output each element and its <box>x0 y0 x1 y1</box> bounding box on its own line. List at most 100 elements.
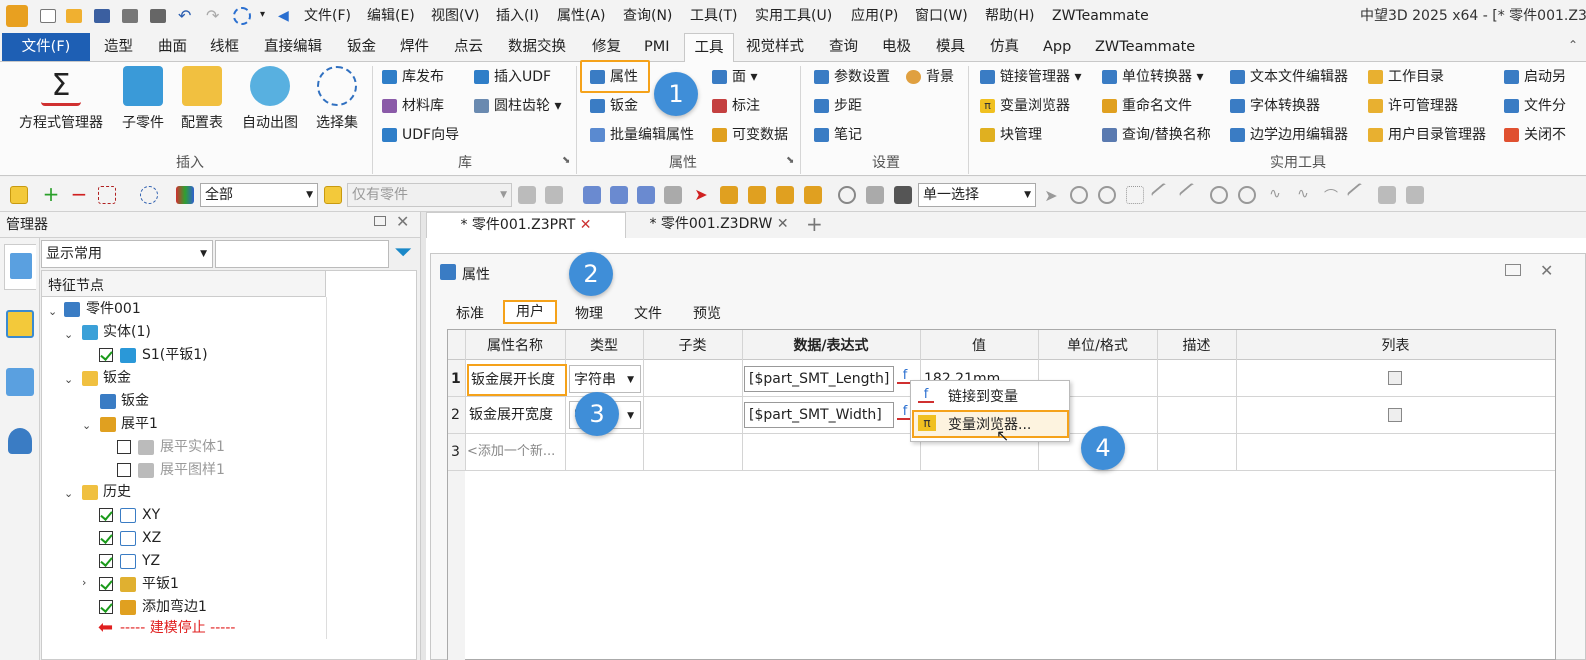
type-select[interactable]: 字符串 ▼ <box>569 365 641 393</box>
tree-node-unfold-pattern[interactable]: 展平图样1 <box>160 459 225 482</box>
toolbar-icon[interactable] <box>866 186 884 204</box>
material-library-button[interactable]: 材料库 <box>380 93 444 119</box>
library-dialog-launcher-icon[interactable]: ⬊ <box>562 155 570 166</box>
dialog-close-icon[interactable]: ✕ <box>1540 261 1553 280</box>
auto-drawing-button[interactable]: 自动出图 <box>235 66 305 132</box>
column-header-expression[interactable]: 数据/表达式 <box>742 333 920 360</box>
tree-node-unfold[interactable]: 展平1 <box>121 413 158 436</box>
document-tab-part[interactable]: * 零件001.Z3PRT ✕ <box>426 212 626 238</box>
part-filter-dropdown[interactable]: 仅有零件 ▼ <box>347 183 512 207</box>
redo-icon[interactable]: ↷ <box>206 8 222 24</box>
toolbar-icon[interactable] <box>1406 186 1424 204</box>
toolbar-icon[interactable] <box>1070 186 1088 204</box>
dialog-comment-icon[interactable] <box>1505 264 1521 276</box>
menu-zwteammate[interactable]: ZWTeammate <box>1052 0 1149 32</box>
tab-repair[interactable]: 修复 <box>592 33 621 61</box>
visibility-checkbox[interactable] <box>99 348 113 362</box>
visibility-checkbox[interactable] <box>99 577 113 591</box>
config-table-button[interactable]: 配置表 <box>167 66 237 132</box>
part-filter-icon[interactable] <box>324 186 342 204</box>
user-icon[interactable] <box>8 428 32 454</box>
undo-icon[interactable]: ↶ <box>178 8 194 24</box>
visibility-checkbox[interactable] <box>99 531 113 545</box>
launch-other-button[interactable]: 启动另 <box>1502 64 1566 90</box>
column-header-unit[interactable]: 单位/格式 <box>1038 333 1157 360</box>
tab-pmi[interactable]: PMI <box>644 33 670 61</box>
tab-zwteammate[interactable]: ZWTeammate <box>1095 33 1195 61</box>
dialog-tab-user[interactable]: 用户 <box>503 300 557 324</box>
pin-panel-icon[interactable] <box>374 216 386 226</box>
toolbar-icon[interactable]: ∿ <box>1266 186 1284 204</box>
history-manager-icon[interactable] <box>4 244 36 290</box>
tree-node-flat-base[interactable]: 平钣1 <box>142 573 179 596</box>
menu-item-link-variable[interactable]: 链接到变量 <box>948 386 1018 406</box>
column-header-type[interactable]: 类型 <box>565 333 643 360</box>
toolbar-icon[interactable] <box>610 186 628 204</box>
sheet-metal-attribute-button[interactable]: 钣金 <box>588 93 638 119</box>
attribute-name-cell[interactable]: 钣金展开长度 <box>467 364 567 396</box>
visibility-checkbox[interactable] <box>117 440 131 454</box>
tab-modeling[interactable]: 造型 <box>104 33 133 61</box>
column-header-value[interactable]: 值 <box>920 333 1038 360</box>
visibility-checkbox[interactable] <box>99 600 113 614</box>
tree-node-solid-s1[interactable]: S1(平钣1) <box>142 344 208 367</box>
tab-electrode[interactable]: 电极 <box>882 33 911 61</box>
tab-sheet-metal[interactable]: 钣金 <box>347 33 376 61</box>
document-tab-drawing[interactable]: * 零件001.Z3DRW ✕ <box>634 212 804 238</box>
toolbar-icon[interactable] <box>518 186 536 204</box>
tree-search-input[interactable] <box>215 240 389 268</box>
attributes-dialog-launcher-icon[interactable]: ⬊ <box>786 155 794 166</box>
menu-apps[interactable]: 应用(P) <box>851 0 898 32</box>
visibility-checkbox[interactable] <box>99 508 113 522</box>
toolbar-icon[interactable] <box>1210 186 1228 204</box>
toolbar-icon[interactable] <box>720 186 738 204</box>
column-header-description[interactable]: 描述 <box>1157 333 1236 360</box>
select-mode-dropdown[interactable]: 单一选择 ▼ <box>918 183 1036 207</box>
toolbar-icon[interactable] <box>838 186 856 204</box>
tree-node-sheet-metal-folder[interactable]: 钣金 <box>103 367 131 390</box>
unit-converter-button[interactable]: 单位转换器 ▾ <box>1100 64 1203 90</box>
expand-icon[interactable]: ⌄ <box>48 305 57 318</box>
print-icon[interactable] <box>122 9 138 23</box>
expand-icon[interactable]: ⌄ <box>64 487 73 500</box>
tree-node-solids[interactable]: 实体(1) <box>103 321 151 344</box>
visibility-checkbox[interactable] <box>99 554 113 568</box>
tab-simulation[interactable]: 仿真 <box>990 33 1019 61</box>
tab-mold[interactable]: 模具 <box>936 33 965 61</box>
menu-view[interactable]: 视图(V) <box>431 0 480 32</box>
tree-node-part[interactable]: 零件001 <box>86 298 141 321</box>
annotation-attribute-button[interactable]: 标注 <box>710 93 760 119</box>
expand-icon[interactable]: ⌄ <box>64 373 73 386</box>
rebuild-icon[interactable] <box>233 7 251 25</box>
add-icon[interactable]: + <box>42 184 60 204</box>
menu-insert[interactable]: 插入(I) <box>496 0 539 32</box>
menu-toggle-icon[interactable]: ◀ <box>278 9 294 23</box>
rename-file-button[interactable]: 重命名文件 <box>1100 93 1192 119</box>
column-header-name[interactable]: 属性名称 <box>465 333 565 360</box>
column-header-subtype[interactable]: 子类 <box>643 333 742 360</box>
notes-button[interactable]: 笔记 <box>812 122 862 148</box>
close-tab-icon[interactable]: ✕ <box>777 216 789 232</box>
tree-node-plane-yz[interactable]: YZ <box>142 550 160 573</box>
toolbar-icon[interactable] <box>804 186 822 204</box>
working-directory-button[interactable]: 工作目录 <box>1366 64 1444 90</box>
tree-filter-icon[interactable]: ⏷ <box>391 242 415 266</box>
part-view-icon[interactable] <box>6 310 34 338</box>
close-tab-icon[interactable]: ✕ <box>580 217 592 233</box>
collapse-ribbon-icon[interactable]: ⌃ <box>1568 38 1578 52</box>
cursor-icon[interactable]: ➤ <box>692 186 710 204</box>
dialog-tab-preview[interactable]: 预览 <box>693 303 721 323</box>
menu-help[interactable]: 帮助(H) <box>985 0 1034 32</box>
tree-node-plane-xz[interactable]: XZ <box>142 527 161 550</box>
batch-edit-attribute-button[interactable]: 批量编辑属性 <box>588 122 694 148</box>
stop-icon[interactable] <box>894 186 912 204</box>
file-split-button[interactable]: 文件分 <box>1502 93 1566 119</box>
text-file-editor-button[interactable]: 文本文件编辑器 <box>1228 64 1348 90</box>
selection-set-button[interactable]: 选择集 <box>302 66 372 132</box>
tree-node-unfold-solid[interactable]: 展平实体1 <box>160 436 225 459</box>
dialog-tab-file[interactable]: 文件 <box>634 303 662 323</box>
expression-input[interactable]: [$part_SMT_Width] <box>744 402 894 428</box>
tab-wireframe[interactable]: 线框 <box>210 33 239 61</box>
font-converter-button[interactable]: 字体转换器 <box>1228 93 1320 119</box>
new-file-icon[interactable] <box>40 9 56 23</box>
